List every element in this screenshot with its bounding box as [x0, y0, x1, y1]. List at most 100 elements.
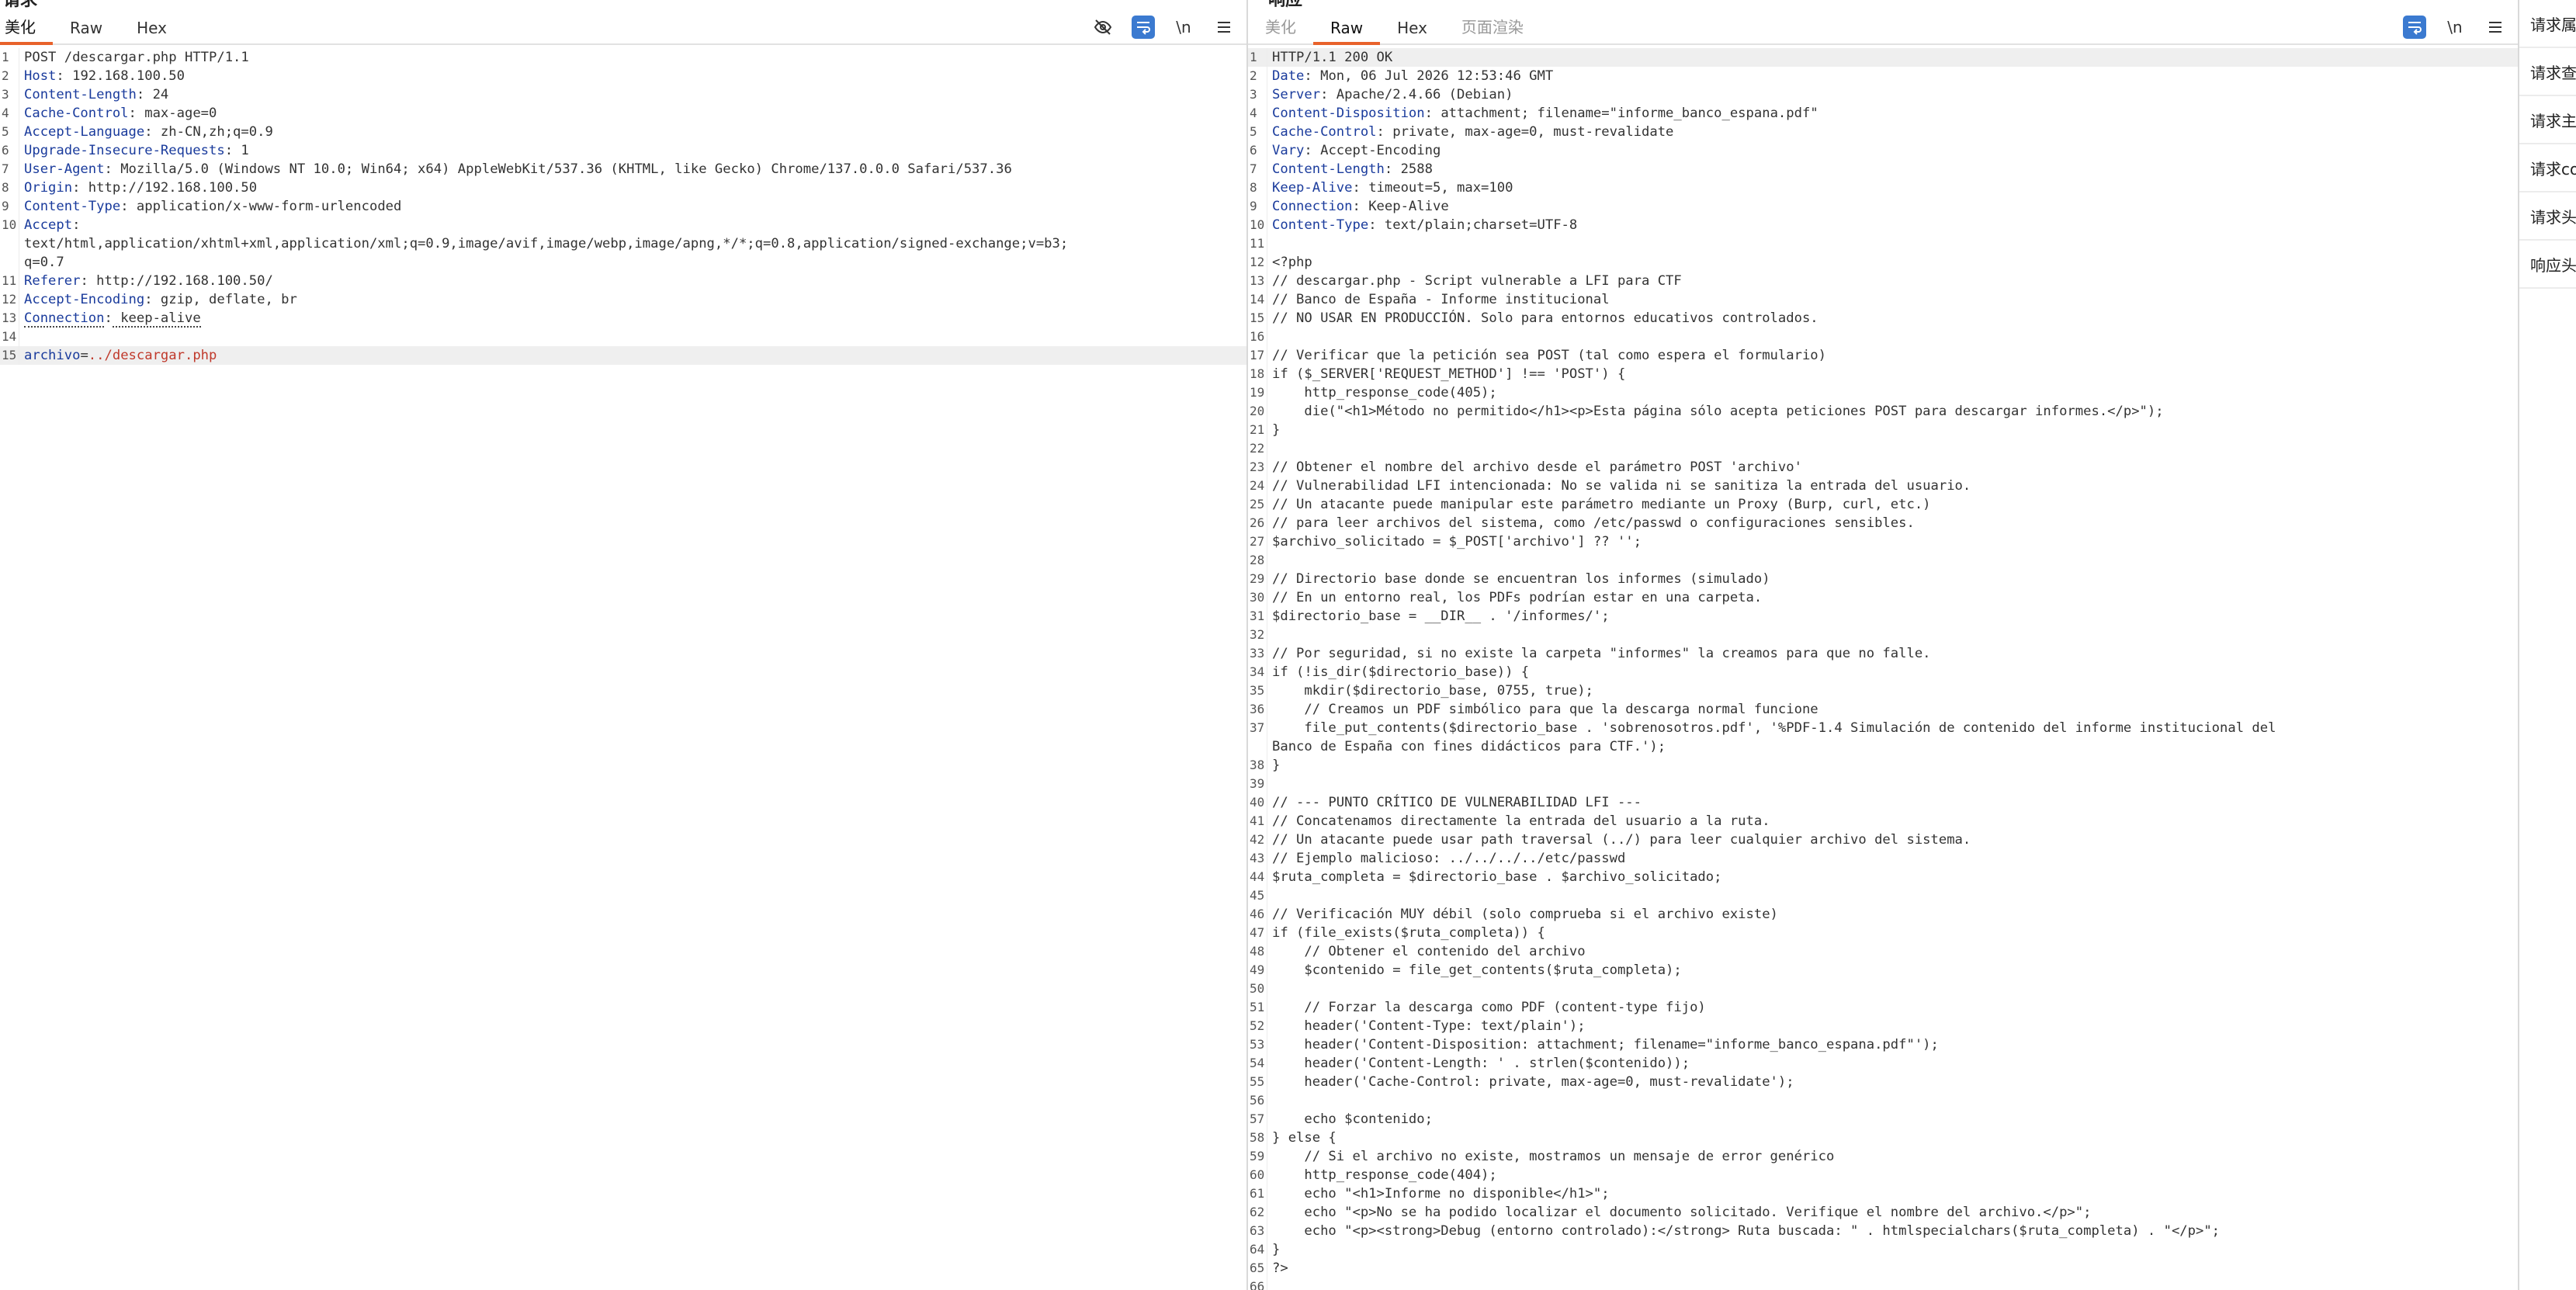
inspector-item[interactable]: 请求co	[2519, 144, 2576, 192]
code-line: 25 // Un atacante puede manipular este pa…	[1248, 495, 2518, 514]
line-number: 41	[1248, 812, 1267, 831]
response-tab-render[interactable]: 页面渲染	[1444, 15, 1541, 43]
line-number: 7	[0, 160, 19, 179]
wrap-text-icon[interactable]	[1132, 16, 1155, 39]
response-pane: 响应 美化 Raw Hex 页面渲染 \n 1 HTTP/1.1 200 OK 2 D…	[1248, 0, 2519, 1290]
header-separator: :	[104, 310, 113, 326]
code-line: 24 // Vulnerabilidad LFI intencionada: No…	[1248, 477, 2518, 495]
code-text: q=0.7	[19, 253, 64, 272]
line-number: 31	[1248, 607, 1267, 626]
line-number: 18	[1248, 365, 1267, 383]
code-text: // Vulnerabilidad LFI intencionada: No s…	[1267, 477, 1971, 495]
request-tab-pretty[interactable]: 美化	[0, 15, 53, 45]
code-line: 51 // Forzar la descarga como PDF (conte…	[1248, 998, 2518, 1017]
response-tab-hex[interactable]: Hex	[1380, 19, 1444, 43]
code-line: 1 HTTP/1.1 200 OK	[1248, 48, 2518, 67]
header-separator: :	[1352, 199, 1361, 214]
header-name: Server	[1272, 87, 1321, 102]
code-content: header('Cache-Control: private, max-age=…	[1272, 1074, 1794, 1090]
code-text: Content-Type: application/x-www-form-url…	[19, 197, 401, 216]
code-text: } else {	[1267, 1129, 1337, 1147]
code-content: // Verificar que la petición sea POST (t…	[1272, 348, 1826, 363]
code-content: // Obtener el contenido del archivo	[1272, 944, 1586, 959]
inspector-item[interactable]: 响应头	[2519, 241, 2576, 289]
code-line: 42 // Un atacante puede usar path travers…	[1248, 831, 2518, 849]
code-line: 4 Content-Disposition: attachment; filena…	[1248, 104, 2518, 123]
request-tab-hex[interactable]: Hex	[120, 19, 184, 43]
line-number: 5	[0, 123, 19, 141]
inspector-item[interactable]: 请求主	[2519, 96, 2576, 144]
code-line: 23 // Obtener el nombre del archivo desde…	[1248, 458, 2518, 477]
code-text: // Un atacante puede usar path traversal…	[1267, 831, 1971, 849]
code-content: // Concatenamos directamente la entrada …	[1272, 813, 1770, 829]
inspector-panel: 请求属 请求查 请求主 请求co 请求头 响应头	[2519, 0, 2576, 1290]
code-line: 17 // Verificar que la petición sea POST …	[1248, 346, 2518, 365]
code-line: 37 file_put_contents($directorio_base . …	[1248, 719, 2518, 737]
request-tab-raw[interactable]: Raw	[53, 19, 120, 43]
header-value: gzip, deflate, br	[152, 292, 297, 307]
code-line: 21}	[1248, 421, 2518, 439]
header-separator: :	[1304, 143, 1312, 158]
code-line: 8 Keep-Alive: timeout=5, max=100	[1248, 179, 2518, 197]
code-text: header('Content-Type: text/plain');	[1267, 1017, 1585, 1035]
code-line: 47 if (file_exists($ruta_completa)) {	[1248, 924, 2518, 942]
code-line: 31 $directorio_base = __DIR__ . '/informe…	[1248, 607, 2518, 626]
header-separator: :	[120, 199, 129, 214]
code-content: // En un entorno real, los PDFs podrían …	[1272, 590, 1763, 605]
code-line: 56	[1248, 1091, 2518, 1110]
inspector-item[interactable]: 请求属	[2519, 0, 2576, 48]
header-name: Accept-Encoding	[24, 292, 145, 307]
header-value: 192.168.100.50	[64, 68, 185, 84]
line-number: 47	[1248, 924, 1267, 942]
code-content: echo "<h1>Informe no disponible</h1>";	[1272, 1186, 1610, 1202]
code-line: 39	[1248, 775, 2518, 793]
header-value: timeout=5, max=100	[1360, 180, 1513, 196]
code-line: 60 http_response_code(404);	[1248, 1166, 2518, 1184]
line-number: 53	[1248, 1035, 1267, 1054]
eye-slash-icon[interactable]	[1091, 16, 1115, 39]
response-tab-pretty[interactable]: 美化	[1260, 15, 1313, 43]
code-text: Cache-Control: max-age=0	[19, 104, 217, 123]
code-text: if ($_SERVER['REQUEST_METHOD'] !== 'POST…	[1267, 365, 1625, 383]
response-tab-raw[interactable]: Raw	[1313, 19, 1381, 45]
inspector-item[interactable]: 请求头	[2519, 192, 2576, 241]
code-line: 66	[1248, 1278, 2518, 1290]
wrap-text-icon[interactable]	[2403, 16, 2426, 39]
newline-icon[interactable]: \n	[2443, 16, 2467, 39]
newline-icon[interactable]: \n	[1172, 16, 1195, 39]
code-content: ?>	[1272, 1261, 1288, 1276]
response-editor[interactable]: 1 HTTP/1.1 200 OK 2 Date: Mon, 06 Jul 2026 …	[1248, 48, 2518, 1290]
line-number: 65	[1248, 1259, 1267, 1278]
menu-icon[interactable]	[1212, 16, 1236, 39]
line-number: 4	[1248, 104, 1267, 123]
header-name: Keep-Alive	[1272, 180, 1353, 196]
code-line: 43 // Ejemplo malicioso: ../../../../etc/…	[1248, 849, 2518, 868]
code-line: 27 $archivo_solicitado = $_POST['archivo'…	[1248, 532, 2518, 551]
line-number: 24	[1248, 477, 1267, 495]
code-text: Connection: keep-alive	[19, 309, 201, 328]
header-value: zh-CN,zh;q=0.9	[152, 124, 273, 140]
line-number: 23	[1248, 458, 1267, 477]
line-number: 2	[1248, 67, 1267, 85]
header-name: Accept	[24, 217, 73, 233]
header-separator: :	[80, 273, 88, 289]
line-number: 51	[1248, 998, 1267, 1017]
header-separator: :	[1304, 68, 1312, 84]
code-text: }	[1267, 1240, 1280, 1259]
code-content: // Banco de España - Informe institucion…	[1272, 292, 1610, 307]
code-line: 55 header('Cache-Control: private, max-a…	[1248, 1073, 2518, 1091]
code-content: } else {	[1272, 1130, 1337, 1146]
code-text: Accept:	[19, 216, 80, 234]
request-editor[interactable]: 1 POST /descargar.php HTTP/1.1 2 Host: 192.…	[0, 48, 1246, 1290]
inspector-item[interactable]: 请求查	[2519, 48, 2576, 96]
header-name: Content-Length	[24, 87, 137, 102]
header-value: text/plain;charset=UTF-8	[1376, 217, 1578, 233]
header-name: Vary	[1272, 143, 1305, 158]
code-line: 52 header('Content-Type: text/plain');	[1248, 1017, 2518, 1035]
menu-icon[interactable]	[2484, 16, 2507, 39]
code-line: 14 // Banco de España - Informe instituci…	[1248, 290, 2518, 309]
header-name: Accept-Language	[24, 124, 145, 140]
